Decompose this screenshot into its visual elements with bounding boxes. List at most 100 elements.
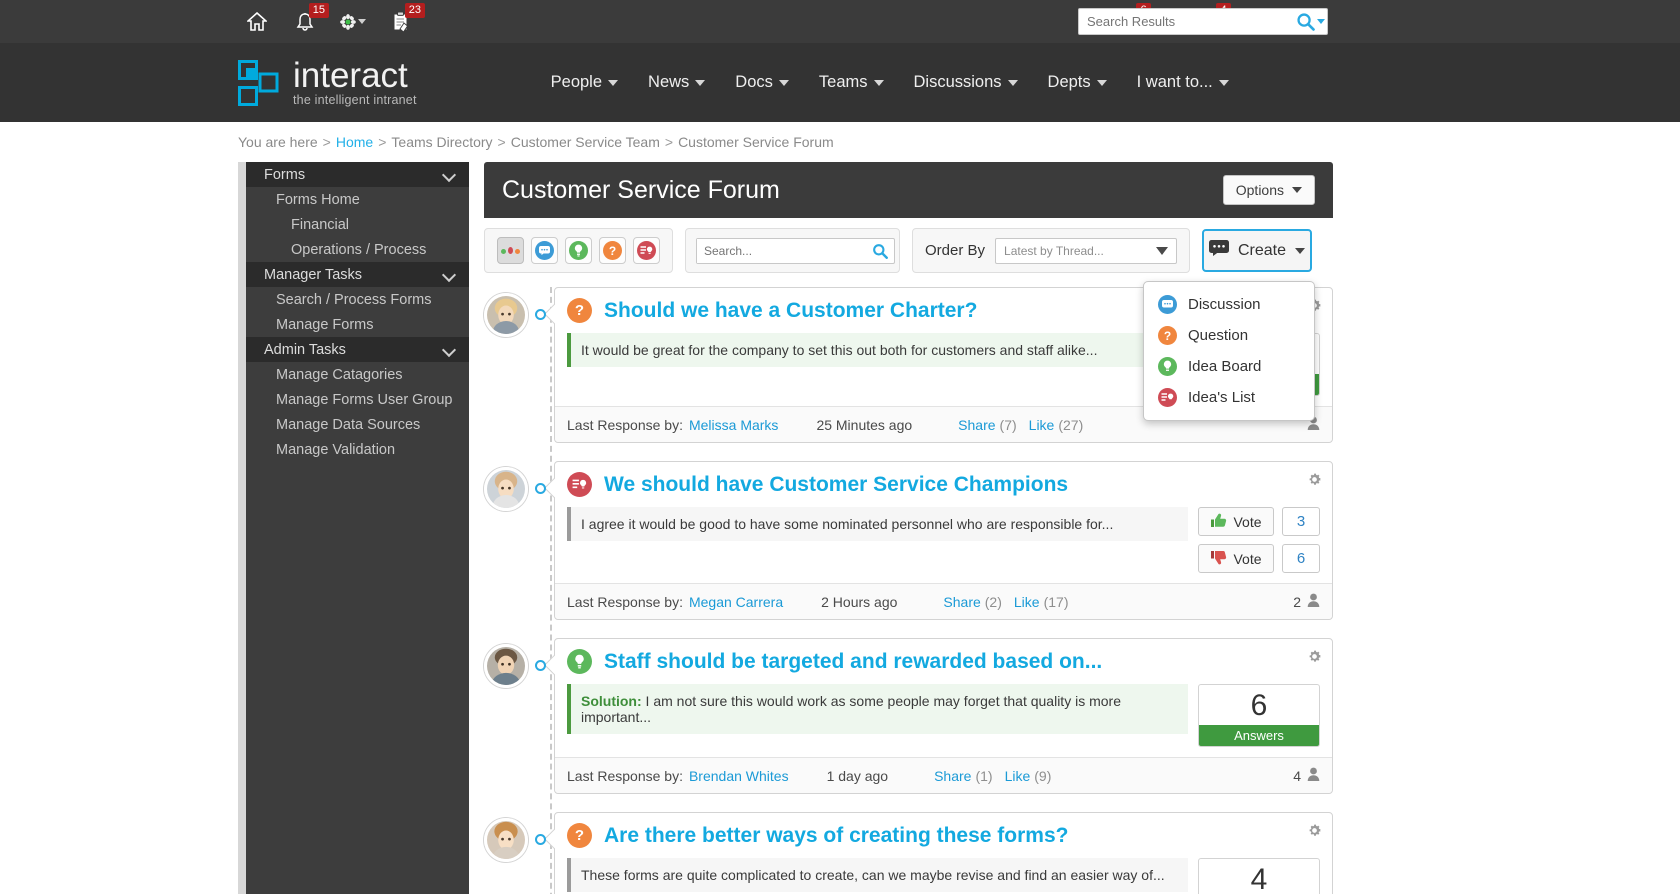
sidebar-item-forms-home[interactable]: Forms Home <box>246 187 469 212</box>
create-menu-item-question[interactable]: ? Question <box>1144 320 1314 351</box>
gear-icon[interactable] <box>1307 472 1322 492</box>
brand-logo[interactable]: interact the intelligent intranet <box>238 58 417 107</box>
search-caret-icon[interactable] <box>1316 19 1325 24</box>
question-mark-icon: ? <box>567 298 592 323</box>
avatar[interactable] <box>484 644 528 688</box>
ideas-list-filter[interactable] <box>633 237 660 264</box>
flower-icon[interactable] <box>340 9 366 35</box>
vote-label: Vote <box>1233 513 1262 530</box>
question-filter[interactable]: ? <box>599 237 626 264</box>
thread-author-link[interactable]: Melissa Marks <box>689 417 778 433</box>
share-link[interactable]: Share <box>958 417 995 433</box>
gear-icon[interactable] <box>1307 823 1322 843</box>
create-label: Create <box>1238 241 1287 259</box>
sidebar-item-manage-catagories[interactable]: Manage Catagories <box>246 362 469 387</box>
person-icon <box>1307 593 1320 610</box>
sidebar-item-label: Manage Forms User Group <box>276 391 453 408</box>
like-link[interactable]: Like <box>1014 594 1040 610</box>
create-menu-item-ideas-list[interactable]: Idea's List <box>1144 382 1314 413</box>
avatar[interactable] <box>484 818 528 862</box>
create-menu-label: Idea's List <box>1188 389 1256 406</box>
bell-icon[interactable]: 15 <box>292 2 329 35</box>
create-dropdown-menu: Discussion ? Question Idea Board Idea's … <box>1143 281 1315 421</box>
lightbulb-icon <box>569 241 588 260</box>
all-types-filter[interactable] <box>497 237 524 264</box>
like-link[interactable]: Like <box>1029 417 1055 433</box>
idea-board-filter[interactable] <box>565 237 592 264</box>
chevron-down-icon <box>444 344 455 355</box>
vote-up-button[interactable]: Vote <box>1198 507 1274 536</box>
flower-caret-icon[interactable] <box>358 19 366 24</box>
avatar[interactable] <box>484 293 528 337</box>
vote-controls: Vote 3 Vote 6 <box>1198 507 1320 573</box>
solution-label: Solution: <box>581 693 642 709</box>
breadcrumb-item-home[interactable]: Home <box>336 134 373 150</box>
global-search[interactable] <box>1078 8 1328 35</box>
vote-down-button[interactable]: Vote <box>1198 544 1274 573</box>
answers-count: 6 <box>1250 689 1268 722</box>
nav-item-teams[interactable]: Teams <box>819 73 884 92</box>
sidebar-item-label: Admin Tasks <box>264 341 346 358</box>
thread-item: Staff should be targeted and rewarded ba… <box>484 638 1333 794</box>
page-body: Forms Forms Home Financial Operations / … <box>0 162 1680 894</box>
share-link[interactable]: Share <box>943 594 980 610</box>
thread-author-link[interactable]: Megan Carrera <box>689 594 783 610</box>
timeline-node <box>535 309 546 320</box>
sidebar-group-forms[interactable]: Forms <box>246 162 469 187</box>
create-menu-item-idea-board[interactable]: Idea Board <box>1144 351 1314 382</box>
sidebar-item-manage-validation[interactable]: Manage Validation <box>246 437 469 462</box>
thread-author-link[interactable]: Brendan Whites <box>689 768 789 784</box>
sidebar-group-admin-tasks[interactable]: Admin Tasks <box>246 337 469 362</box>
breadcrumb-separator: > <box>322 134 331 150</box>
type-filter-group: ? <box>484 228 673 273</box>
nav-item-docs[interactable]: Docs <box>735 73 789 92</box>
thread-excerpt: It would be great for the company to set… <box>567 333 1188 367</box>
home-icon[interactable] <box>244 9 270 35</box>
person-icon <box>1307 767 1320 784</box>
thread-title[interactable]: Are there better ways of creating these … <box>604 824 1068 848</box>
answers-label: Answers <box>1199 725 1319 746</box>
thread-excerpt: These forms are quite complicated to cre… <box>567 858 1188 892</box>
vote-up-count: 3 <box>1282 507 1320 536</box>
share-link[interactable]: Share <box>934 768 971 784</box>
sidebar-item-financial[interactable]: Financial <box>246 212 469 237</box>
gear-icon[interactable] <box>1307 649 1322 669</box>
sidebar-item-manage-forms-user-group[interactable]: Manage Forms User Group <box>246 387 469 412</box>
chevron-down-icon <box>444 269 455 280</box>
thread-title[interactable]: Staff should be targeted and rewarded ba… <box>604 650 1102 674</box>
nav-item-discussions[interactable]: Discussions <box>914 73 1018 92</box>
thread-body: Solution: I am not sure this would work … <box>567 684 1320 747</box>
top-left-icons: 15 23 <box>244 2 425 35</box>
thread-title[interactable]: We should have Customer Service Champion… <box>604 473 1068 497</box>
nav-item-depts[interactable]: Depts <box>1048 73 1107 92</box>
sidebar-item-manage-forms[interactable]: Manage Forms <box>246 312 469 337</box>
breadcrumb-item-teams-directory[interactable]: Teams Directory <box>391 134 492 150</box>
options-button[interactable]: Options <box>1222 175 1315 205</box>
answers-box: 6 Answers <box>1198 684 1320 747</box>
sidebar-group-manager-tasks[interactable]: Manager Tasks <box>246 262 469 287</box>
sidebar-item-search-process-forms[interactable]: Search / Process Forms <box>246 287 469 312</box>
breadcrumb-item-customer-service-team[interactable]: Customer Service Team <box>511 134 660 150</box>
clipboard-icon[interactable]: 23 <box>388 2 425 35</box>
search-icon[interactable] <box>1293 9 1327 34</box>
discussion-filter[interactable] <box>531 237 558 264</box>
answers-box: 4 Answers <box>1198 858 1320 894</box>
create-menu-item-discussion[interactable]: Discussion <box>1144 289 1314 320</box>
forum-search-icon[interactable] <box>866 239 894 263</box>
search-input[interactable] <box>1079 9 1293 34</box>
order-by-select[interactable]: Latest by Thread... <box>995 237 1178 264</box>
nav-item-people[interactable]: People <box>550 73 619 92</box>
thread-card: We should have Customer Service Champion… <box>554 461 1333 620</box>
create-button[interactable]: Create <box>1202 229 1313 272</box>
nav-item-news[interactable]: News <box>648 73 706 92</box>
avatar[interactable] <box>484 467 528 511</box>
thread-header: Staff should be targeted and rewarded ba… <box>567 649 1320 674</box>
like-link[interactable]: Like <box>1005 768 1031 784</box>
sidebar-item-operations-process[interactable]: Operations / Process <box>246 237 469 262</box>
forum-search-input[interactable] <box>697 238 866 263</box>
thread-title[interactable]: Should we have a Customer Charter? <box>604 299 977 323</box>
vote-down-row: Vote 6 <box>1198 544 1320 573</box>
sidebar-item-manage-data-sources[interactable]: Manage Data Sources <box>246 412 469 437</box>
nav-label: People <box>550 73 603 91</box>
nav-item-i-want-to[interactable]: I want to... <box>1137 73 1229 92</box>
